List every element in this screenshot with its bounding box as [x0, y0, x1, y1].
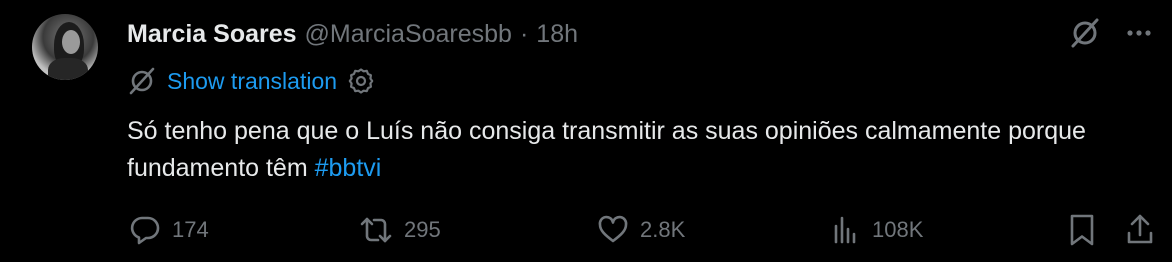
repost-button[interactable]: 295 — [358, 210, 441, 250]
views-count: 108K — [872, 217, 924, 242]
show-translation-label[interactable]: Show translation — [167, 68, 337, 95]
author-name[interactable]: Marcia Soares — [127, 20, 297, 49]
reply-button[interactable]: 174 — [128, 210, 209, 250]
show-translation[interactable]: Show translation — [127, 64, 375, 98]
avatar-face — [62, 30, 80, 54]
gear-icon[interactable] — [347, 67, 375, 95]
bookmark-icon — [1066, 212, 1098, 248]
separator-dot: · — [519, 19, 529, 48]
reply-icon — [128, 213, 162, 247]
hashtag-link[interactable]: #bbtvi — [315, 154, 382, 182]
grok-icon[interactable] — [1068, 16, 1102, 50]
reply-count: 174 — [172, 217, 209, 242]
more-icon[interactable] — [1124, 18, 1154, 48]
author-handle[interactable]: @MarciaSoaresbb — [305, 20, 512, 49]
repost-count: 295 — [404, 217, 441, 242]
repost-icon — [358, 213, 394, 247]
tweet-header: Marcia Soares @MarciaSoaresbb · 18h — [127, 17, 578, 51]
share-button[interactable] — [1124, 210, 1156, 250]
views-button[interactable]: 108K — [830, 210, 923, 250]
avatar[interactable] — [32, 14, 98, 80]
tweet-actions: 174 295 2.8K 108K — [0, 210, 1172, 250]
tweet-text: Só tenho pena que o Luís não consiga tra… — [127, 113, 1107, 187]
tweet-top-actions — [1068, 16, 1154, 50]
heart-icon — [596, 213, 630, 247]
bookmark-button[interactable] — [1066, 210, 1098, 250]
tweet-text-main: Só tenho pena que o Luís não consiga tra… — [127, 117, 1086, 182]
translate-icon — [127, 66, 157, 96]
timestamp[interactable]: 18h — [536, 20, 578, 49]
avatar-body — [48, 58, 88, 80]
views-icon — [830, 213, 862, 247]
like-button[interactable]: 2.8K — [596, 210, 685, 250]
like-count: 2.8K — [640, 217, 686, 242]
share-icon — [1124, 212, 1156, 248]
tweet[interactable]: Marcia Soares @MarciaSoaresbb · 18h Show… — [0, 0, 1172, 262]
